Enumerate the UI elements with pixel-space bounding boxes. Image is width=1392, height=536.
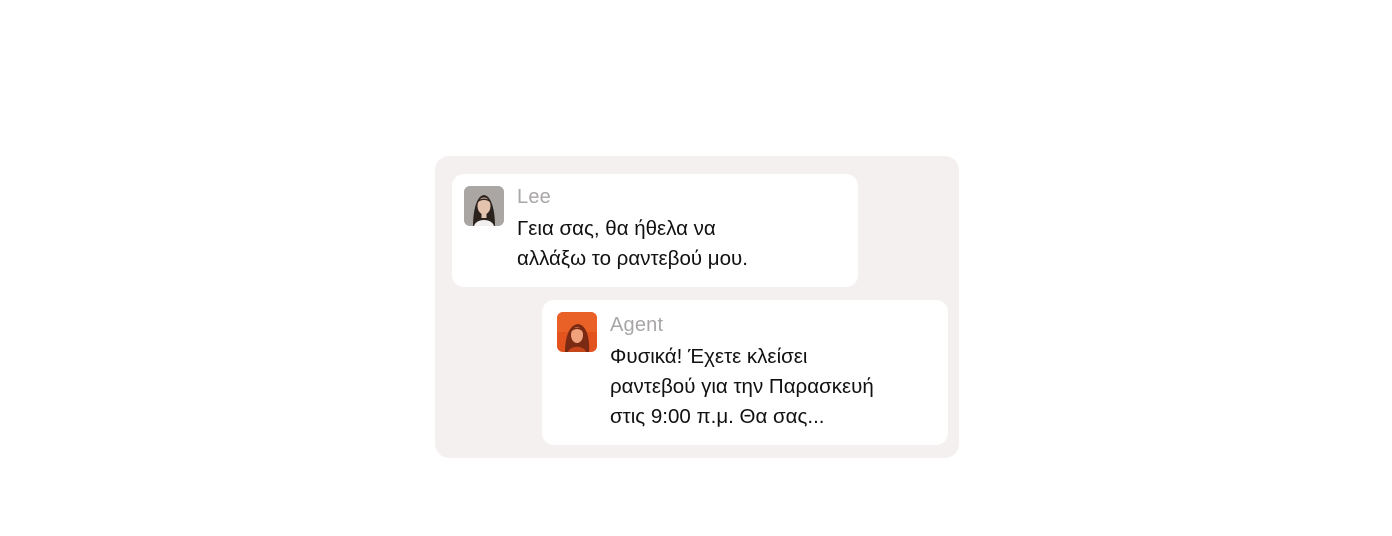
message-text: Φυσικά! Έχετε κλείσει ραντεβού για την Π… bbox=[610, 345, 874, 428]
agent-avatar-icon bbox=[557, 312, 597, 352]
message-bubble-agent: Agent Φυσικά! Έχετε κλείσει ραντεβού για… bbox=[542, 300, 948, 445]
message-bubble-user: Lee Γεια σας, θα ήθελα να αλλάξω το ραντ… bbox=[452, 174, 858, 287]
message-text: Γεια σας, θα ήθελα να αλλάξω το ραντεβού… bbox=[517, 217, 748, 270]
user-avatar-icon bbox=[464, 186, 504, 226]
sender-name: Lee bbox=[517, 186, 551, 208]
chat-panel: Lee Γεια σας, θα ήθελα να αλλάξω το ραντ… bbox=[435, 156, 959, 458]
sender-name: Agent bbox=[610, 314, 664, 336]
